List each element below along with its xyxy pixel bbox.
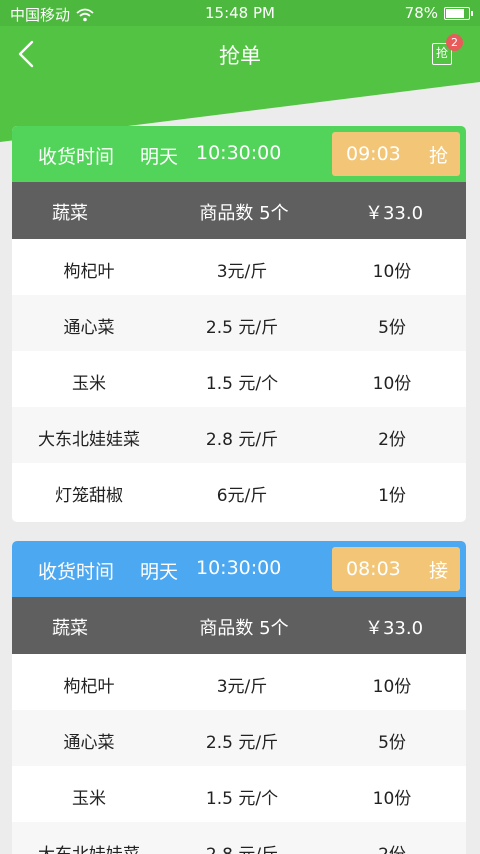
item-name: 枸杞叶 — [63, 677, 115, 697]
status-bar: 中国移动 15:48 PM 78% — [0, 0, 480, 26]
item-qty: 5份 — [378, 733, 406, 753]
battery-percent: 78% — [404, 4, 438, 22]
order-card: 收货时间 明天 10:30:00 09:03 抢 蔬菜 商品数 5个 ￥33.0… — [12, 126, 466, 522]
item-name: 通心菜 — [63, 318, 115, 338]
item-name: 通心菜 — [63, 733, 115, 753]
item-count: 商品数 5个 — [199, 203, 289, 224]
item-name: 玉米 — [72, 374, 106, 394]
table-row: 灯笼甜椒 6元/斤 1份 — [12, 463, 466, 519]
table-row: 玉米 1.5 元/个 10份 — [12, 766, 466, 822]
item-price: 6元/斤 — [216, 486, 268, 506]
item-name: 玉米 — [72, 789, 106, 809]
battery-icon — [444, 6, 473, 20]
order-header: 收货时间 明天 10:30:00 09:03 抢 — [12, 126, 466, 182]
table-row: 通心菜 2.5 元/斤 5份 — [12, 710, 466, 766]
item-qty: 2份 — [378, 430, 406, 450]
delivery-time: 10:30:00 — [196, 142, 282, 164]
order-card: 收货时间 明天 10:30:00 08:03 接 蔬菜 商品数 5个 ￥33.0… — [12, 541, 466, 854]
delivery-time: 10:30:00 — [196, 557, 282, 579]
delivery-day: 明天 — [140, 146, 179, 168]
table-row: 大东北娃娃菜 2.8 元/斤 2份 — [12, 822, 466, 854]
page-title: 抢单 — [219, 44, 261, 68]
nav-bar: 抢单 抢 2 — [0, 26, 480, 82]
order-summary: 蔬菜 商品数 5个 ￥33.0 — [12, 597, 466, 654]
countdown: 08:03 — [346, 558, 401, 580]
item-qty: 1份 — [378, 486, 406, 506]
delivery-day: 明天 — [140, 561, 179, 583]
category-label: 蔬菜 — [52, 618, 88, 639]
table-row: 通心菜 2.5 元/斤 5份 — [12, 295, 466, 351]
countdown: 09:03 — [346, 143, 401, 165]
item-qty: 2份 — [318, 840, 466, 854]
table-row: 玉米 1.5 元/个 10份 — [12, 351, 466, 407]
delivery-time-label: 收货时间 — [38, 146, 115, 168]
item-price: 3元/斤 — [216, 677, 268, 697]
grab-orders-button[interactable]: 抢 2 — [432, 34, 463, 66]
table-row: 大东北娃娃菜 2.8 元/斤 2份 — [12, 407, 466, 463]
action-label: 抢 — [428, 144, 448, 167]
item-price: 2.5 元/斤 — [205, 318, 279, 338]
order-summary: 蔬菜 商品数 5个 ￥33.0 — [12, 182, 466, 239]
item-name: 大东北娃娃菜 — [38, 430, 140, 450]
accept-order-button[interactable]: 08:03 接 — [332, 547, 460, 591]
item-qty: 10份 — [372, 789, 412, 809]
table-row: 枸杞叶 3元/斤 10份 — [12, 654, 466, 710]
table-row: 枸杞叶 3元/斤 10份 — [12, 239, 466, 295]
item-price: 2.8 元/斤 — [205, 430, 279, 450]
item-qty: 10份 — [372, 262, 412, 282]
item-name: 枸杞叶 — [63, 262, 115, 282]
item-qty: 10份 — [372, 374, 412, 394]
item-price: 3元/斤 — [216, 262, 268, 282]
grab-order-button[interactable]: 09:03 抢 — [332, 132, 460, 176]
order-header: 收货时间 明天 10:30:00 08:03 接 — [12, 541, 466, 597]
item-count: 商品数 5个 — [199, 618, 289, 639]
order-total: ￥33.0 — [364, 618, 424, 639]
item-price: 1.5 元/个 — [205, 789, 279, 809]
item-name: 灯笼甜椒 — [55, 486, 123, 506]
item-price: 1.5 元/个 — [205, 374, 279, 394]
item-price: 2.5 元/斤 — [205, 733, 279, 753]
item-qty: 5份 — [378, 318, 406, 338]
order-total: ￥33.0 — [364, 203, 424, 224]
item-qty: 10份 — [372, 677, 412, 697]
delivery-time-label: 收货时间 — [38, 561, 115, 583]
item-price: 2.8 元/斤 — [166, 840, 318, 854]
notification-badge: 2 — [446, 34, 463, 51]
category-label: 蔬菜 — [52, 203, 88, 224]
action-label: 接 — [428, 559, 448, 582]
item-name: 大东北娃娃菜 — [12, 840, 166, 854]
